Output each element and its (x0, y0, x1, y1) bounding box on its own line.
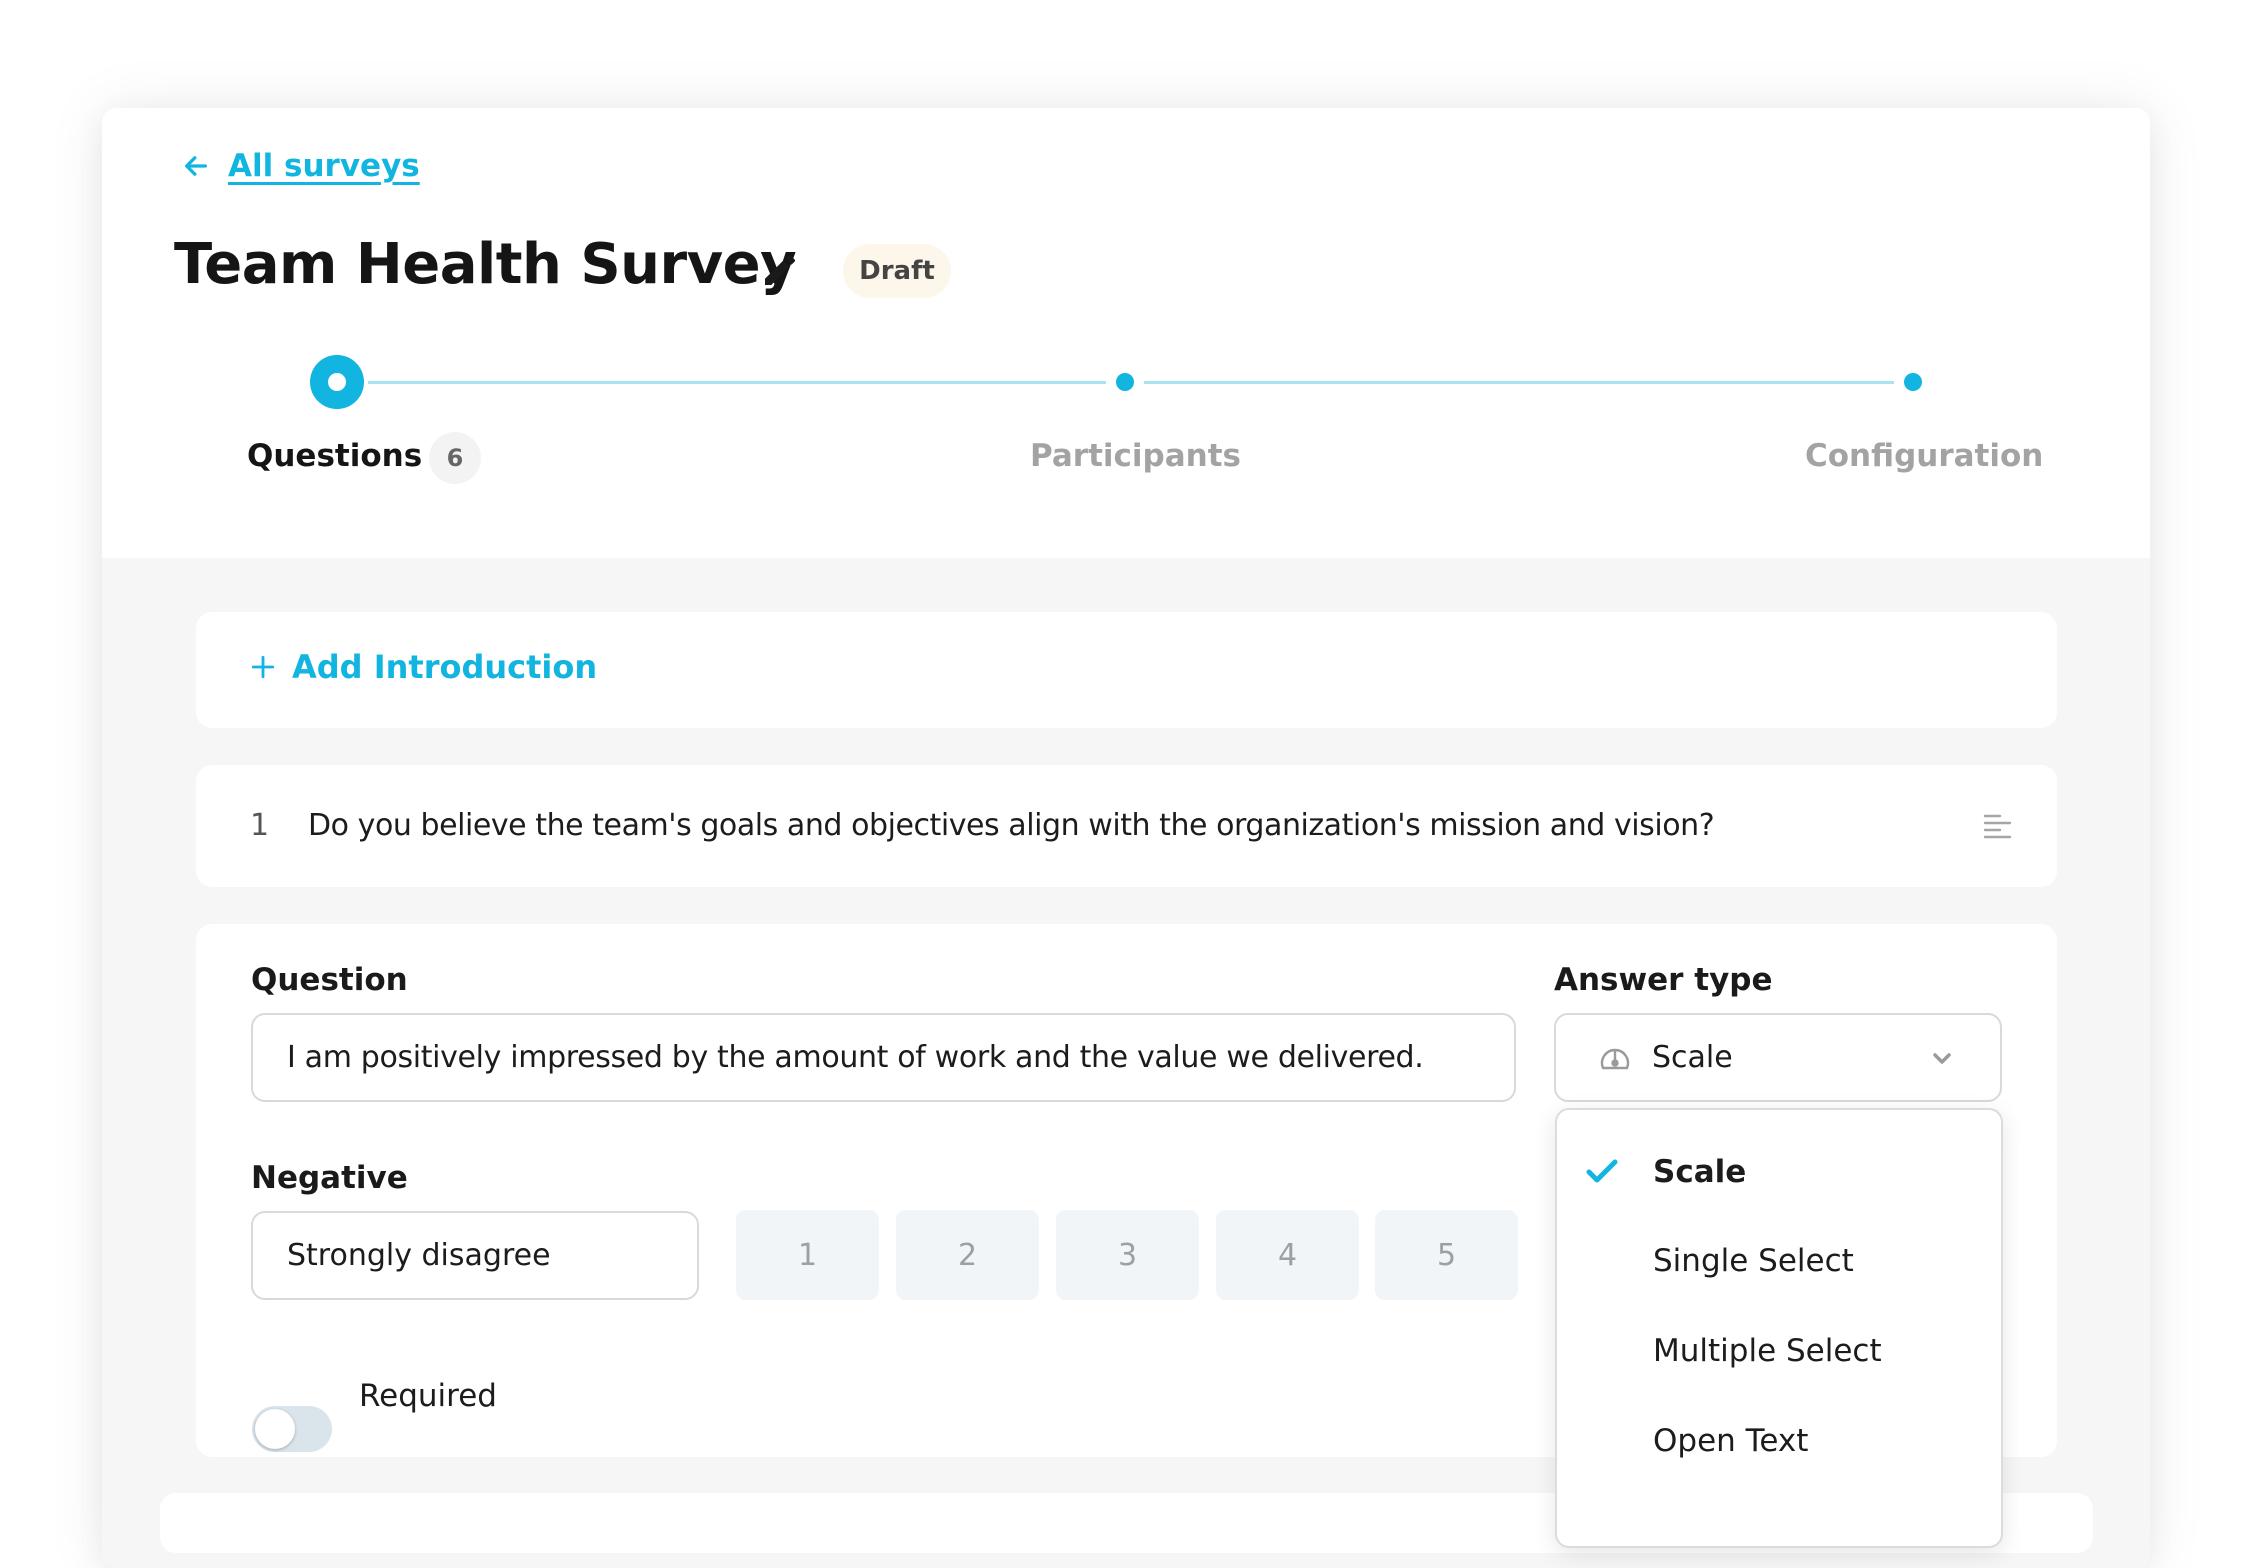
answer-type-value: Scale (1652, 1040, 1733, 1075)
answer-type-option-multiple-select[interactable]: Multiple Select (1555, 1311, 2003, 1391)
question-text: Do you believe the team's goals and obje… (308, 808, 1715, 843)
answer-type-option-single-select[interactable]: Single Select (1555, 1221, 2003, 1301)
question-field-label: Question (251, 962, 408, 998)
question-input[interactable]: I am positively impressed by the amount … (251, 1013, 1516, 1102)
scale-option-5[interactable]: 5 (1375, 1210, 1518, 1300)
chevron-down-icon (1933, 1053, 1951, 1064)
step-configuration-label[interactable]: Configuration (1805, 438, 2043, 474)
text-align-left-icon (1983, 814, 2012, 839)
questions-count-badge: 6 (429, 432, 481, 484)
page-title: Team Health Survey (174, 232, 797, 297)
back-to-all-surveys-link[interactable]: All surveys (182, 148, 420, 184)
negative-label-input[interactable]: Strongly disagree (251, 1211, 699, 1300)
pencil-icon (765, 254, 796, 285)
step-participants-label[interactable]: Participants (1030, 438, 1241, 474)
option-label: Single Select (1653, 1243, 1854, 1279)
required-toggle[interactable] (252, 1406, 332, 1452)
scale-option-4[interactable]: 4 (1216, 1210, 1359, 1300)
stepper-connector-1 (368, 381, 1106, 384)
checkmark-icon (1586, 1159, 1618, 1183)
step-configuration-marker[interactable] (1904, 373, 1922, 391)
step-questions-label[interactable]: Questions (247, 438, 422, 474)
gauge-icon (1600, 1048, 1630, 1069)
required-toggle-label: Required (359, 1378, 497, 1414)
answer-type-label: Answer type (1554, 962, 1773, 998)
add-introduction-button[interactable]: Add Introduction (250, 648, 597, 686)
negative-field-label: Negative (251, 1160, 408, 1196)
question-details-button[interactable] (1982, 810, 2014, 842)
edit-title-button[interactable] (760, 250, 800, 290)
answer-type-option-scale[interactable]: Scale (1555, 1132, 2003, 1212)
option-label: Open Text (1653, 1423, 1809, 1459)
add-introduction-label: Add Introduction (292, 648, 598, 686)
scale-option-2[interactable]: 2 (896, 1210, 1039, 1300)
option-label: Scale (1653, 1154, 1747, 1190)
back-link-label: All surveys (228, 148, 420, 184)
stepper-connector-2 (1144, 381, 1894, 384)
scale-option-1[interactable]: 1 (736, 1210, 879, 1300)
question-number: 1 (250, 808, 270, 843)
option-label: Multiple Select (1653, 1333, 1882, 1369)
arrow-left-icon (185, 156, 207, 176)
status-badge: Draft (843, 244, 951, 298)
step-participants-marker[interactable] (1116, 373, 1134, 391)
answer-type-select[interactable]: Scale (1554, 1013, 2002, 1102)
answer-type-option-open-text[interactable]: Open Text (1555, 1401, 2003, 1481)
scale-option-3[interactable]: 3 (1056, 1210, 1199, 1300)
step-questions-marker[interactable] (310, 355, 364, 409)
plus-icon (251, 655, 275, 679)
